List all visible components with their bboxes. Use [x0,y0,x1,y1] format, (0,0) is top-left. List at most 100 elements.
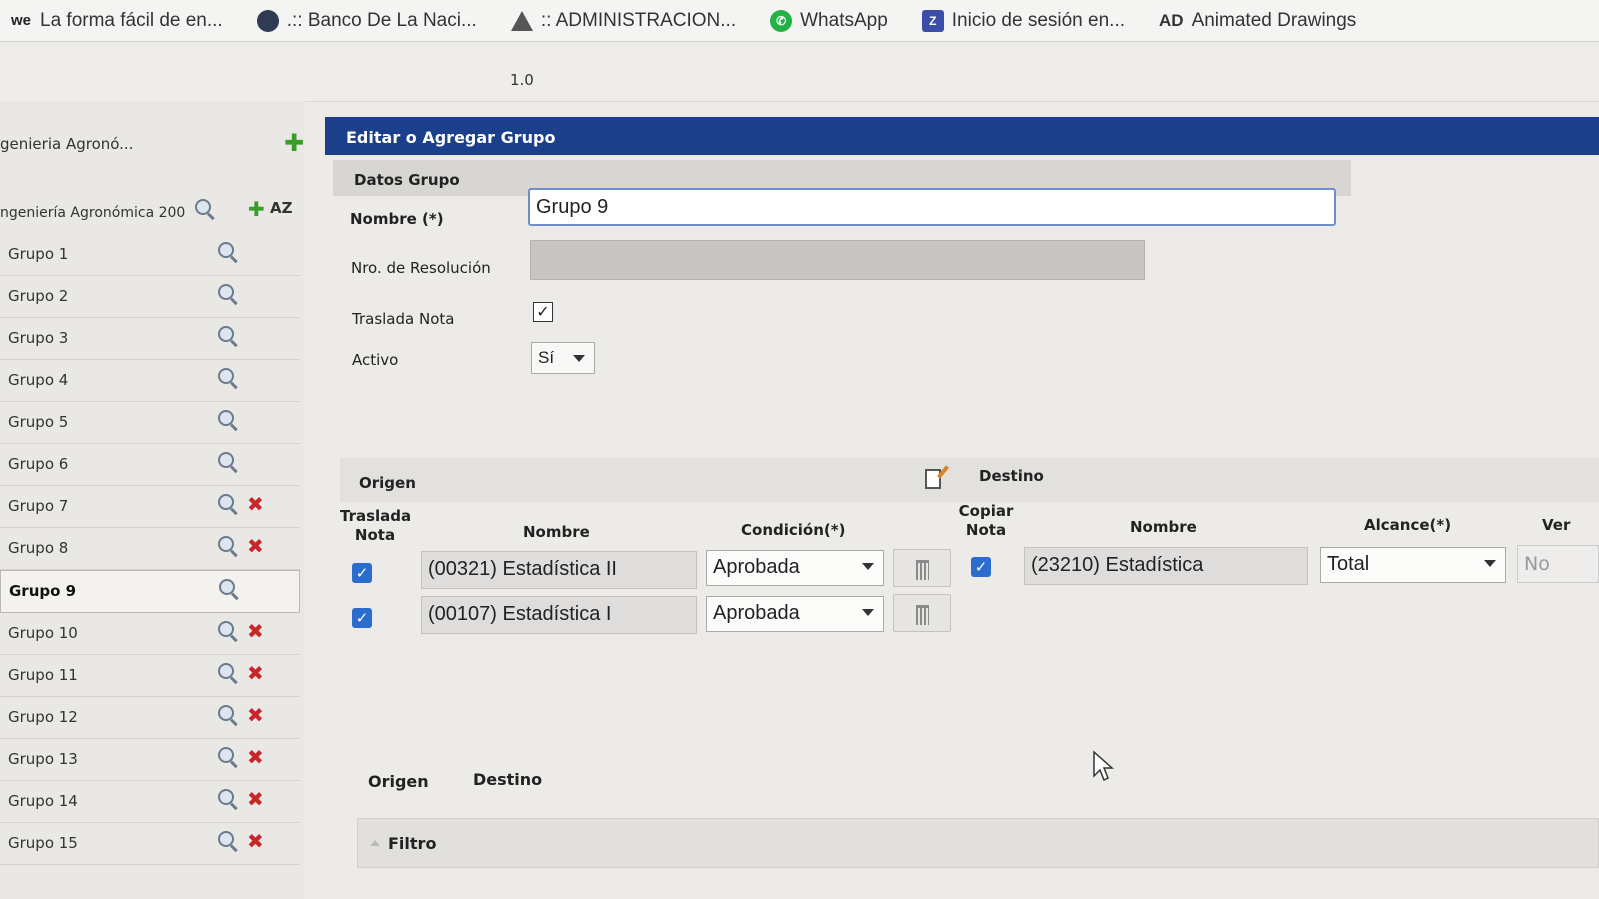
group-label: Grupo 2 [8,287,69,305]
group-list-item[interactable]: Grupo 3 [0,318,300,360]
group-list-item[interactable]: Grupo 4 [0,360,300,402]
search-icon[interactable] [218,621,238,641]
group-list-item[interactable]: Grupo 11 ✖ [0,655,300,697]
destino-row-1-checkbox[interactable]: ✓ [971,557,991,577]
header-traslada-nota: Traslada Nota [340,507,412,544]
origen-row-2-nombre: (00107) Estadística I [421,596,697,634]
search-icon[interactable] [218,368,238,388]
group-label: Grupo 8 [8,539,69,557]
origen-title: Origen [359,474,416,492]
group-list-item[interactable]: Grupo 6 [0,444,300,486]
group-list-item[interactable]: Grupo 12 ✖ [0,697,300,739]
bookmark-administracion[interactable]: :: ADMINISTRACION... [510,10,736,32]
group-list-item[interactable]: Grupo 1 [0,234,300,276]
we-logo-icon: we [10,12,31,29]
search-icon[interactable] [218,494,238,514]
delete-icon[interactable]: ✖ [247,789,264,809]
group-label: Grupo 12 [8,708,78,726]
group-list-item[interactable]: Grupo 9 [0,570,300,613]
delete-icon[interactable]: ✖ [247,536,264,556]
origen-row-1-delete-button[interactable] [893,549,951,587]
bookmark-we[interactable]: we La forma fácil de en... [10,10,223,32]
app-top-strip: 1.0 [0,43,1599,102]
origen-row-2-checkbox[interactable]: ✓ [352,608,372,628]
header-origen-nombre: Nombre [523,523,590,541]
resolucion-input[interactable] [530,240,1145,280]
bookmark-whatsapp[interactable]: ✆ WhatsApp [770,9,888,32]
resolucion-label: Nro. de Resolución [351,259,491,277]
search-icon[interactable] [218,705,238,725]
group-label: Grupo 1 [8,245,69,263]
group-label: Grupo 9 [9,582,77,600]
condicion-value: Aprobada [713,556,800,578]
condicion-value: Aprobada [713,602,800,624]
group-list-item[interactable]: Grupo 5 [0,402,300,444]
ad-icon: AD [1159,10,1184,30]
group-list-item[interactable]: Grupo 10 ✖ [0,613,300,655]
header-alcance: Alcance(*) [1364,516,1452,534]
chevron-down-icon [862,609,874,616]
search-icon[interactable] [218,789,238,809]
search-icon[interactable] [219,579,239,599]
header-copiar-nota: Copiar Nota [958,502,1014,539]
group-label: Grupo 14 [8,792,78,810]
group-label: Grupo 4 [8,371,69,389]
delete-icon[interactable]: ✖ [247,621,264,641]
bookmark-banco[interactable]: .:: Banco De La Naci... [256,9,477,32]
group-list-item[interactable]: Grupo 2 [0,276,300,318]
origen-row-2-delete-button[interactable] [893,594,951,632]
add-group-icon[interactable]: ✚ [248,197,265,221]
delete-icon[interactable]: ✖ [247,494,264,514]
tab-destino[interactable]: Destino [473,770,542,789]
group-list-item[interactable]: Grupo 8 ✖ [0,528,300,570]
group-list-item[interactable]: Grupo 14 ✖ [0,781,300,823]
activo-select[interactable]: Sí [531,342,595,374]
search-icon[interactable] [218,831,238,851]
group-list: Grupo 1 Grupo 2 Grupo 3 Grupo 4 Grupo 5 Grupo… [0,234,300,865]
delete-icon[interactable]: ✖ [247,831,264,851]
filtro-label: Filtro [388,834,437,853]
nombre-label: Nombre (*) [350,210,444,228]
bookmark-login[interactable]: Z Inicio de sesión en... [921,9,1125,32]
delete-icon[interactable]: ✖ [247,663,264,683]
search-icon[interactable] [218,242,238,262]
bookmark-label: Animated Drawings [1191,9,1357,31]
delete-icon[interactable]: ✖ [247,747,264,767]
origen-destino-header-band [340,458,1599,502]
group-list-item[interactable]: Grupo 15 ✖ [0,823,300,865]
group-label: Grupo 15 [8,834,78,852]
version-label: 1.0 [510,71,534,89]
nombre-input[interactable] [528,188,1336,226]
search-icon[interactable] [218,536,238,556]
tab-origen[interactable]: Origen [368,772,429,791]
bookmark-animated-drawings[interactable]: AD Animated Drawings [1159,10,1356,32]
group-list-item[interactable]: Grupo 13 ✖ [0,739,300,781]
edit-icon[interactable] [925,469,941,489]
destino-row-1-ver-field: No [1517,545,1599,583]
filtro-bar[interactable]: Filtro [357,818,1599,868]
drive-icon [510,10,533,31]
bookmarks-bar: we La forma fácil de en... .:: Banco De … [0,0,1599,42]
search-icon[interactable] [218,747,238,767]
destino-title: Destino [979,467,1044,485]
origen-row-1-checkbox[interactable]: ✓ [352,563,372,583]
traslada-nota-checkbox[interactable]: ✓ [533,302,553,322]
group-label: Grupo 7 [8,497,69,515]
search-icon[interactable] [218,284,238,304]
add-career-icon[interactable]: ✚ [284,129,304,157]
delete-icon[interactable]: ✖ [247,705,264,725]
origen-row-1-nombre: (00321) Estadística II [421,551,697,589]
origen-row-2-condicion-select[interactable]: Aprobada [706,596,884,632]
sort-az-icon[interactable]: AZ [270,199,293,217]
group-list-item[interactable]: Grupo 7 ✖ [0,486,300,528]
origen-row-1-condicion-select[interactable]: Aprobada [706,550,884,586]
search-icon[interactable] [218,452,238,472]
search-icon[interactable] [218,663,238,683]
login-icon: Z [921,9,944,32]
panel-title: Editar o Agregar Grupo [325,117,1599,155]
destino-row-1-alcance-select[interactable]: Total [1320,547,1506,583]
search-icon[interactable] [195,199,215,219]
search-icon[interactable] [218,410,238,430]
search-icon[interactable] [218,326,238,346]
activo-value: Sí [538,348,555,367]
